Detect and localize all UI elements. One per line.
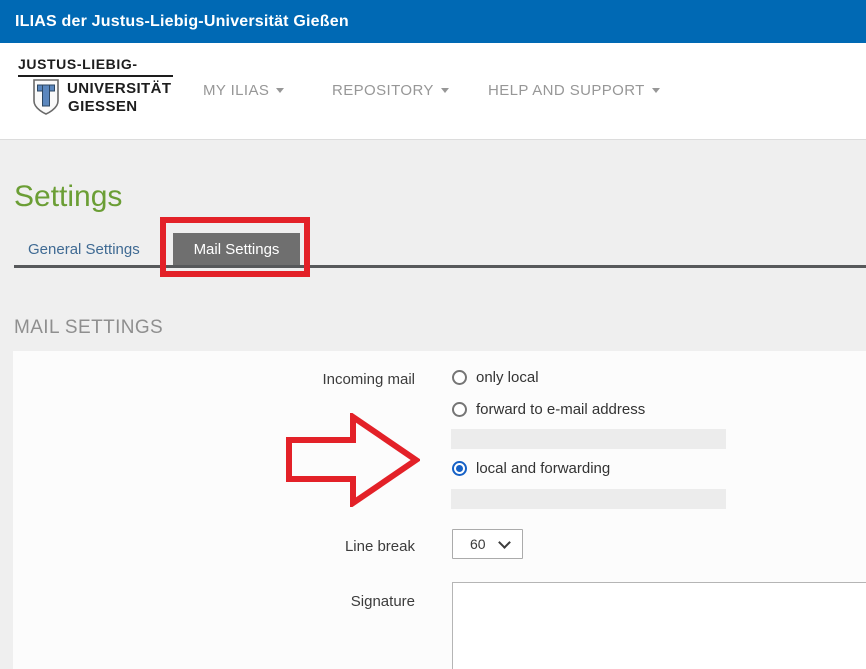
university-logo[interactable]: JUSTUS-LIEBIG- UNIVERSITÄT GIESSEN <box>18 56 178 118</box>
tab-general-settings[interactable]: General Settings <box>28 241 140 258</box>
top-bar: ILIAS der Justus-Liebig-Universität Gieß… <box>0 0 866 43</box>
radio-icon <box>452 370 467 385</box>
section-heading: MAIL SETTINGS <box>14 317 163 339</box>
ilias-settings-page: ILIAS der Justus-Liebig-Universität Gieß… <box>0 0 866 669</box>
nav-help-label: HELP AND SUPPORT <box>488 82 645 99</box>
logo-underline <box>18 75 173 77</box>
nav-repository[interactable]: REPOSITORY <box>332 43 449 139</box>
nav-help-and-support[interactable]: HELP AND SUPPORT <box>488 43 660 139</box>
forward-email-input[interactable] <box>451 429 726 449</box>
radio-only-local-label: only local <box>476 369 539 386</box>
incoming-mail-label: Incoming mail <box>250 371 415 388</box>
nav-my-ilias-label: MY ILIAS <box>203 82 269 99</box>
logo-text-line2: UNIVERSITÄT <box>67 80 171 97</box>
nav-repository-label: REPOSITORY <box>332 82 434 99</box>
radio-forward-label: forward to e-mail address <box>476 401 645 418</box>
line-break-label: Line break <box>250 538 415 555</box>
chevron-down-icon <box>498 536 511 549</box>
logo-text-line3: GIESSEN <box>68 98 138 115</box>
line-break-select[interactable]: 60 <box>452 529 523 559</box>
radio-forward-to-email[interactable]: forward to e-mail address <box>452 401 645 418</box>
radio-local-and-forwarding[interactable]: local and forwarding <box>452 460 610 477</box>
line-break-selected-value: 60 <box>470 536 486 552</box>
tab-mail-settings[interactable]: Mail Settings <box>173 233 300 267</box>
page-title: Settings <box>14 180 122 214</box>
signature-textarea[interactable] <box>452 582 866 669</box>
chevron-down-icon <box>276 88 284 93</box>
signature-label: Signature <box>250 593 415 610</box>
nav-my-ilias[interactable]: MY ILIAS <box>203 43 284 139</box>
chevron-down-icon <box>441 88 449 93</box>
app-title: ILIAS der Justus-Liebig-Universität Gieß… <box>15 0 349 43</box>
radio-icon <box>452 402 467 417</box>
radio-icon <box>452 461 467 476</box>
chevron-down-icon <box>652 88 660 93</box>
local-forwarding-email-input[interactable] <box>451 489 726 509</box>
shield-icon <box>33 79 59 120</box>
tab-underline <box>14 265 866 268</box>
logo-text-line1: JUSTUS-LIEBIG- <box>18 56 138 72</box>
radio-local-forwarding-label: local and forwarding <box>476 460 610 477</box>
main-header: JUSTUS-LIEBIG- UNIVERSITÄT GIESSEN MY IL… <box>0 43 866 140</box>
radio-only-local[interactable]: only local <box>452 369 539 386</box>
